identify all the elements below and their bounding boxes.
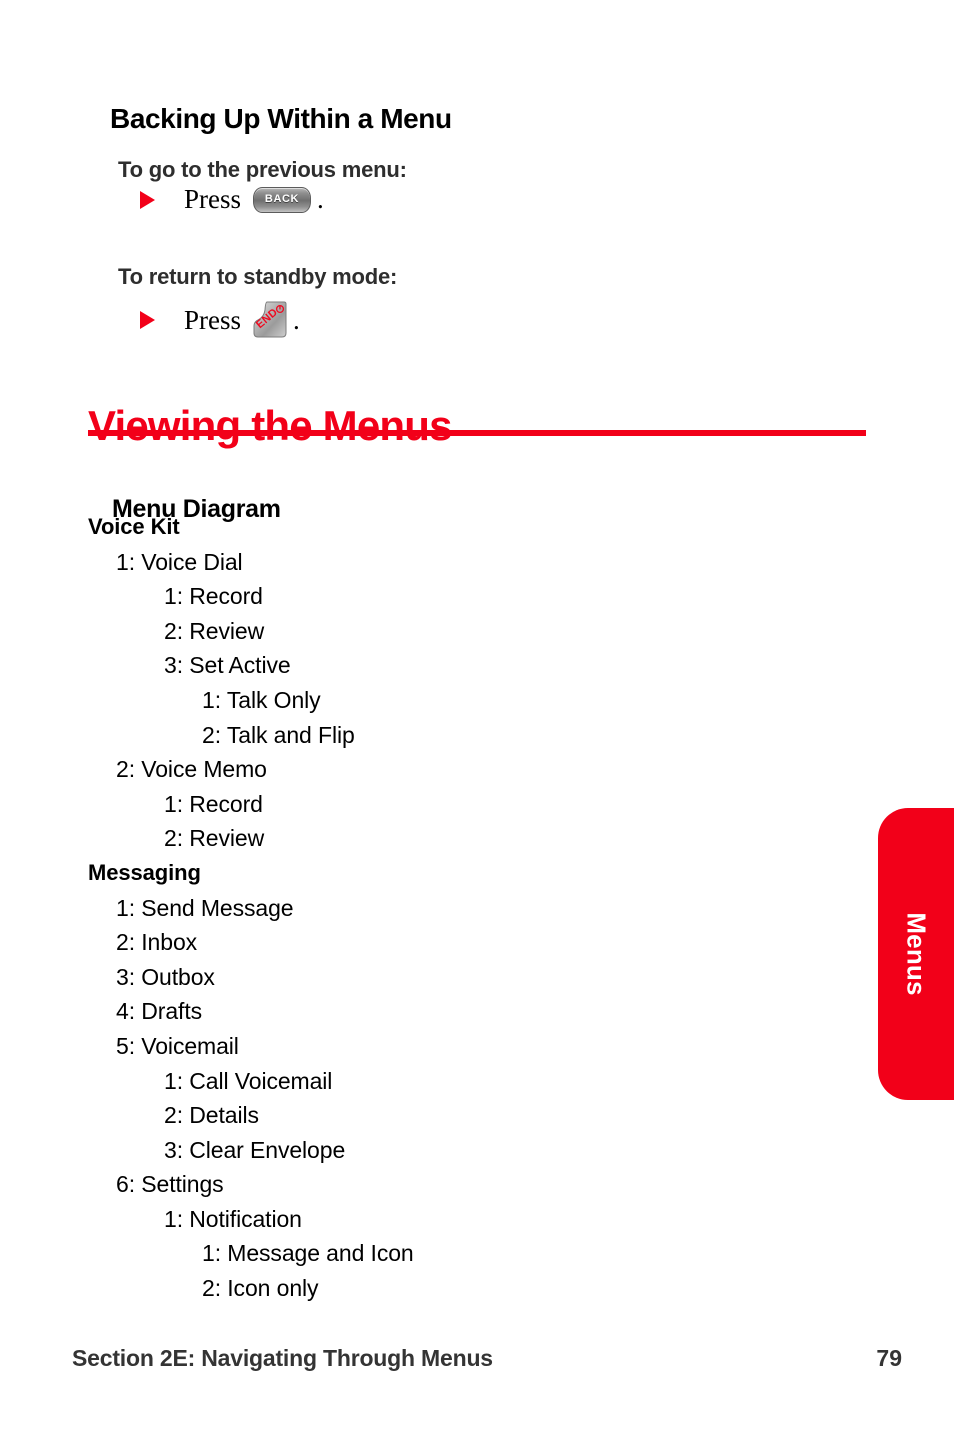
triangle-bullet-icon [140,311,155,329]
menu-tree-row: 2: Voice Memo [116,756,267,783]
press-label: Press [184,304,242,335]
instruction-press-back: Press BACK . [140,186,324,213]
menu-tree-row: Messaging [88,859,201,885]
menu-diagram-tree: Voice Kit 1: Voice Dial 1: Record 2: Review… [88,510,788,1306]
triangle-bullet-icon [140,190,155,209]
sentence-period: . [317,184,324,214]
menu-tree-row: 5: Voicemail [116,1032,239,1059]
document-page: Backing Up Within a Menu To go to the pr… [0,0,954,1431]
footer-section-label: Section 2E: Navigating Through Menus [72,1345,493,1371]
title-divider [88,430,866,436]
menu-tree-row: 1: Call Voicemail [164,1067,333,1094]
menu-tree-row: 2: Icon only [202,1275,319,1302]
menu-tree-row: 1: Notification [164,1205,302,1232]
menu-tree-row: 3: Set Active [164,652,291,679]
menu-tree-row: 1: Message and Icon [202,1240,414,1267]
menu-tree-row: 2: Review [164,825,265,852]
page-section-heading: Backing Up Within a Menu [110,103,452,135]
press-label: Press [184,184,242,214]
task-heading-standby-mode: To return to standby mode: [118,264,398,289]
side-tab-menus[interactable]: Menus [878,808,954,1100]
back-key-icon: BACK [253,186,312,213]
menu-tree-row: 1: Record [164,583,263,610]
menu-tree-row: 1: Record [164,790,263,817]
end-key-icon: END [253,300,287,340]
back-key-label: BACK [264,193,300,205]
page-title: Viewing the Menus [88,402,452,450]
menu-tree-row: Voice Kit [88,514,180,539]
footer-page-number: 79 [876,1345,902,1371]
sentence-period: . [293,304,300,335]
menu-tree-row: 2: Inbox [116,929,198,956]
menu-tree-row: 1: Talk Only [202,686,321,713]
menu-tree-row: 3: Clear Envelope [164,1136,346,1163]
menu-tree-row: 6: Settings [116,1171,224,1198]
menu-tree-row: 2: Details [164,1102,259,1129]
instruction-press-end: Press END . [140,300,300,340]
menu-tree-row: 3: Outbox [116,963,215,990]
side-tab-label: Menus [901,912,932,996]
menu-tree-row: 4: Drafts [116,998,203,1025]
menu-tree-row: 1: Voice Dial [116,548,243,575]
task-heading-previous-menu: To go to the previous menu: [118,157,407,182]
menu-tree-row: 2: Review [164,617,265,644]
menu-tree-row: 2: Talk and Flip [202,721,355,748]
menu-tree-row: 1: Send Message [116,894,294,921]
